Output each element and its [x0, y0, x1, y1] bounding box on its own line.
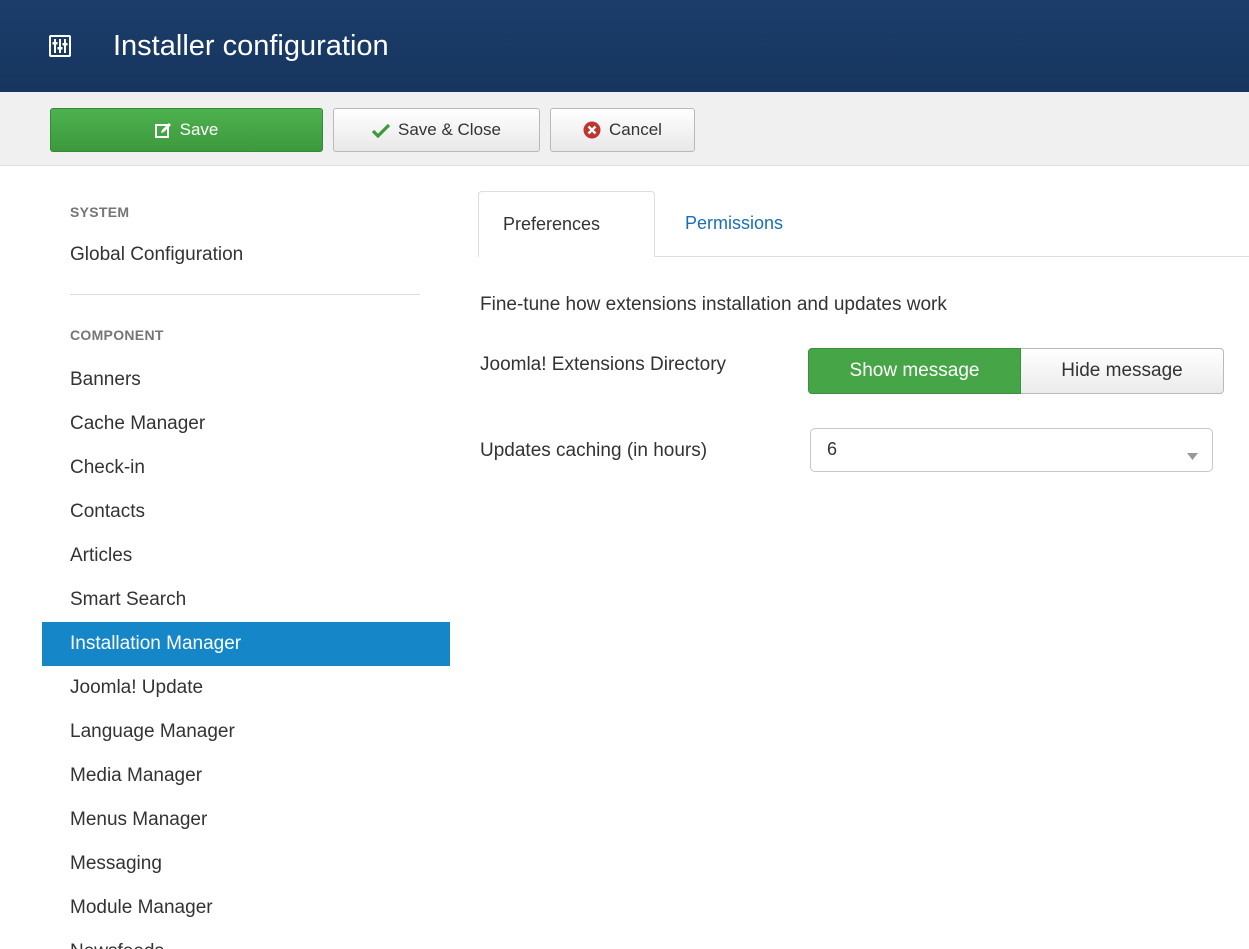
sidebar-item-media-manager[interactable]: Media Manager	[42, 754, 450, 798]
sidebar-item-articles[interactable]: Articles	[42, 534, 450, 578]
tab-bar: Preferences Permissions	[478, 191, 1249, 257]
sidebar-header-component: COMPONENT	[70, 327, 164, 343]
sidebar: SYSTEM Global Configuration COMPONENT Ba…	[0, 166, 450, 949]
sidebar-header-system: SYSTEM	[70, 204, 130, 220]
save-button[interactable]: Save	[50, 108, 323, 152]
cancel-label: Cancel	[609, 120, 662, 139]
sidebar-item-smart-search[interactable]: Smart Search	[42, 578, 450, 622]
sidebar-item-menus-manager[interactable]: Menus Manager	[42, 798, 450, 842]
jed-message-toggle: Show message Hide message	[808, 348, 1224, 394]
cache-field-label: Updates caching (in hours)	[480, 440, 708, 461]
page-title: Installer configuration	[113, 30, 389, 62]
sidebar-item-contacts[interactable]: Contacts	[42, 490, 450, 534]
chevron-down-icon	[1187, 447, 1198, 465]
sidebar-item-cache-manager[interactable]: Cache Manager	[42, 402, 450, 446]
section-description: Fine-tune how extensions installation an…	[480, 294, 947, 315]
sidebar-item-language-manager[interactable]: Language Manager	[42, 710, 450, 754]
jed-field-label: Joomla! Extensions Directory	[480, 354, 727, 375]
sidebar-item-joomla-update[interactable]: Joomla! Update	[42, 666, 450, 710]
page-header: Installer configuration	[0, 0, 1249, 92]
sidebar-divider	[70, 294, 420, 295]
sidebar-item-global-configuration[interactable]: Global Configuration	[42, 233, 450, 277]
sidebar-item-check-in[interactable]: Check-in	[42, 446, 450, 490]
save-label: Save	[179, 120, 219, 139]
updates-caching-select[interactable]: 6	[810, 428, 1213, 472]
equalizer-icon	[49, 35, 71, 57]
check-icon	[372, 123, 390, 138]
sidebar-item-banners[interactable]: Banners	[42, 358, 450, 402]
hide-message-button[interactable]: Hide message	[1021, 348, 1224, 394]
sidebar-item-module-manager[interactable]: Module Manager	[42, 886, 450, 930]
toolbar: Save Save & Close Cancel	[0, 92, 1249, 166]
sidebar-item-newsfeeds[interactable]: Newsfeeds	[42, 930, 450, 949]
cancel-circle-icon	[583, 121, 601, 139]
save-and-close-label: Save & Close	[398, 120, 501, 139]
tab-permissions[interactable]: Permissions	[661, 191, 807, 257]
save-and-close-button[interactable]: Save & Close	[333, 108, 540, 152]
edit-icon	[154, 122, 172, 139]
sidebar-item-messaging[interactable]: Messaging	[42, 842, 450, 886]
cancel-button[interactable]: Cancel	[550, 108, 695, 152]
tab-preferences[interactable]: Preferences	[478, 191, 655, 257]
sidebar-item-installation-manager[interactable]: Installation Manager	[42, 622, 450, 666]
show-message-button[interactable]: Show message	[808, 348, 1021, 394]
select-value: 6	[827, 439, 838, 459]
